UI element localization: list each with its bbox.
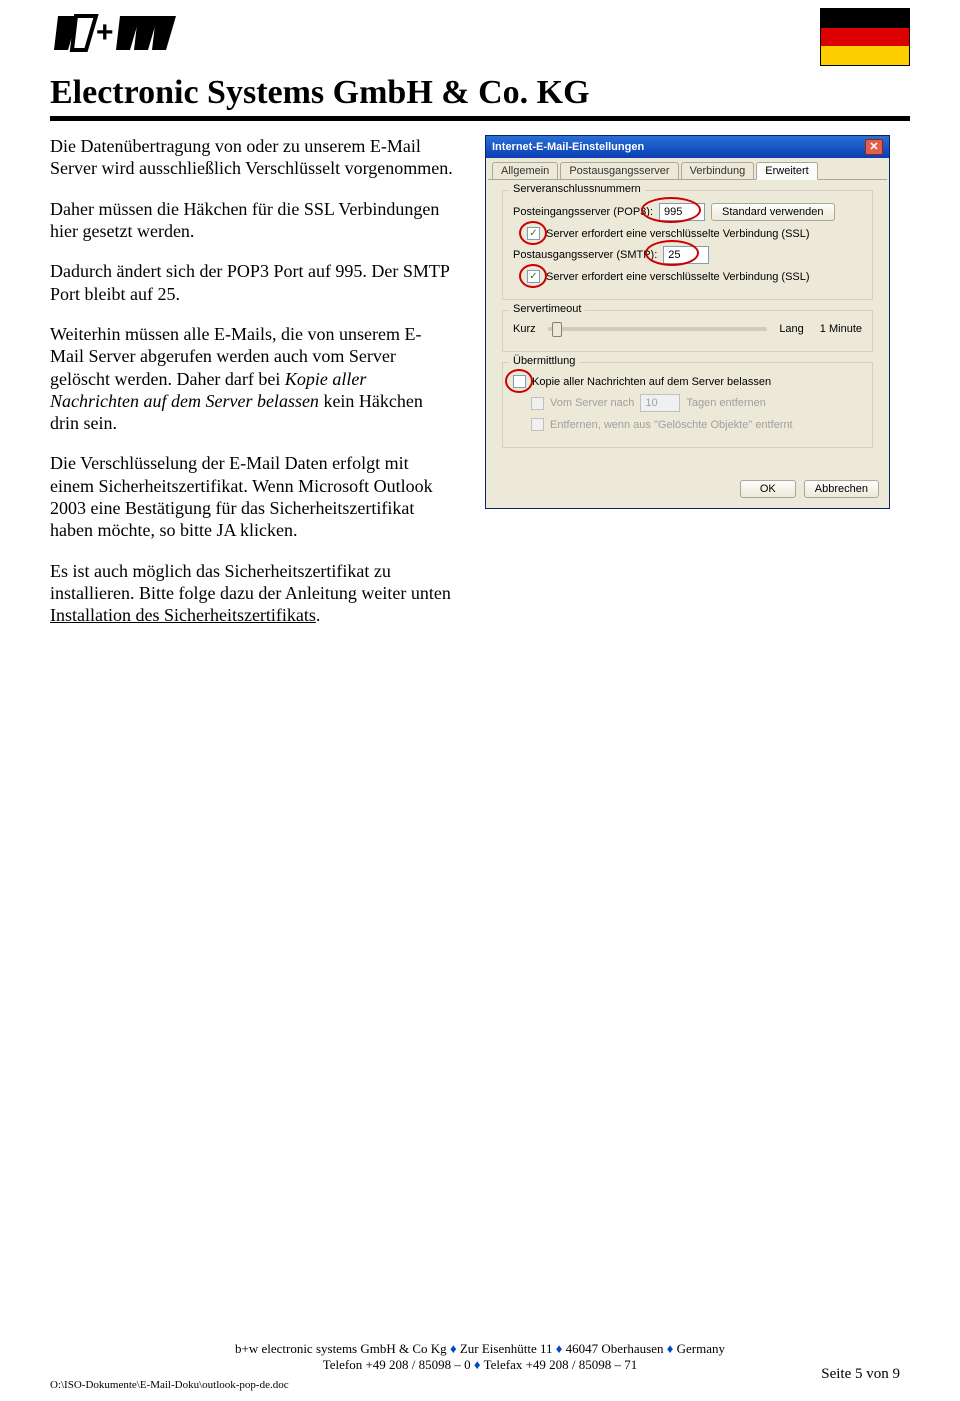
remove-after-label-a: Vom Server nach [550, 397, 634, 409]
german-flag [820, 8, 910, 66]
smtp-label: Postausgangsserver (SMTP): [513, 249, 657, 261]
tab-postausgang[interactable]: Postausgangsserver [560, 162, 678, 179]
remove-deleted-label: Entfernen, wenn aus "Gelöschte Objekte" … [550, 419, 793, 431]
tab-verbindung[interactable]: Verbindung [681, 162, 755, 179]
paragraph-1: Die Datenübertragung von oder zu unserem… [50, 135, 455, 180]
group-delivery-title: Übermittlung [509, 355, 579, 367]
page-footer: b+w electronic systems GmbH & Co Kg ♦ Zu… [0, 1341, 960, 1373]
remove-after-label-b: Tagen entfernen [686, 397, 766, 409]
timeout-slider[interactable] [548, 327, 768, 331]
page-number: Seite 5 von 9 [821, 1366, 900, 1383]
ssl-smtp-checkbox[interactable]: ✓ [527, 270, 540, 283]
timeout-long: Lang [779, 323, 803, 335]
ssl-smtp-label: Server erfordert eine verschlüsselte Ver… [546, 271, 810, 283]
keep-copy-checkbox[interactable] [513, 375, 526, 388]
email-settings-dialog: Internet-E-Mail-Einstellungen ✕ Allgemei… [485, 135, 890, 509]
group-ports-title: Serveranschlussnummern [509, 183, 645, 195]
tab-erweitert[interactable]: Erweitert [756, 162, 817, 180]
company-heading: Electronic Systems GmbH & Co. KG [50, 74, 910, 112]
ok-button[interactable]: OK [740, 480, 796, 498]
ssl-pop3-label: Server erfordert eine verschlüsselte Ver… [546, 228, 810, 240]
divider [50, 116, 910, 121]
pop3-port-input[interactable] [659, 203, 705, 221]
paragraph-6: Es ist auch möglich das Sicherheitszerti… [50, 560, 455, 627]
paragraph-2: Daher müssen die Häkchen für die SSL Ver… [50, 198, 455, 243]
tab-allgemein[interactable]: Allgemein [492, 162, 558, 179]
dialog-title: Internet-E-Mail-Einstellungen [492, 141, 644, 153]
default-button[interactable]: Standard verwenden [711, 203, 835, 221]
keep-copy-label: Kopie aller Nachrichten auf dem Server b… [532, 376, 771, 388]
svg-text:+: + [96, 16, 114, 49]
group-timeout-title: Servertimeout [509, 303, 585, 315]
timeout-short: Kurz [513, 323, 536, 335]
close-icon[interactable]: ✕ [865, 139, 883, 155]
pop3-label: Posteingangsserver (POP3): [513, 206, 653, 218]
company-logo: + [50, 8, 180, 68]
timeout-value: 1 Minute [820, 323, 862, 335]
cancel-button[interactable]: Abbrechen [804, 480, 879, 498]
doc-path: O:\ISO-Dokumente\E-Mail-Doku\outlook-pop… [50, 1379, 289, 1391]
remove-after-checkbox [531, 397, 544, 410]
paragraph-5: Die Verschlüsselung der E-Mail Daten erf… [50, 452, 455, 541]
remove-deleted-checkbox [531, 418, 544, 431]
remove-after-days [640, 394, 680, 412]
smtp-port-input[interactable] [663, 246, 709, 264]
paragraph-4: Weiterhin müssen alle E-Mails, die von u… [50, 323, 455, 435]
ssl-pop3-checkbox[interactable]: ✓ [527, 227, 540, 240]
paragraph-3: Dadurch ändert sich der POP3 Port auf 99… [50, 260, 455, 305]
